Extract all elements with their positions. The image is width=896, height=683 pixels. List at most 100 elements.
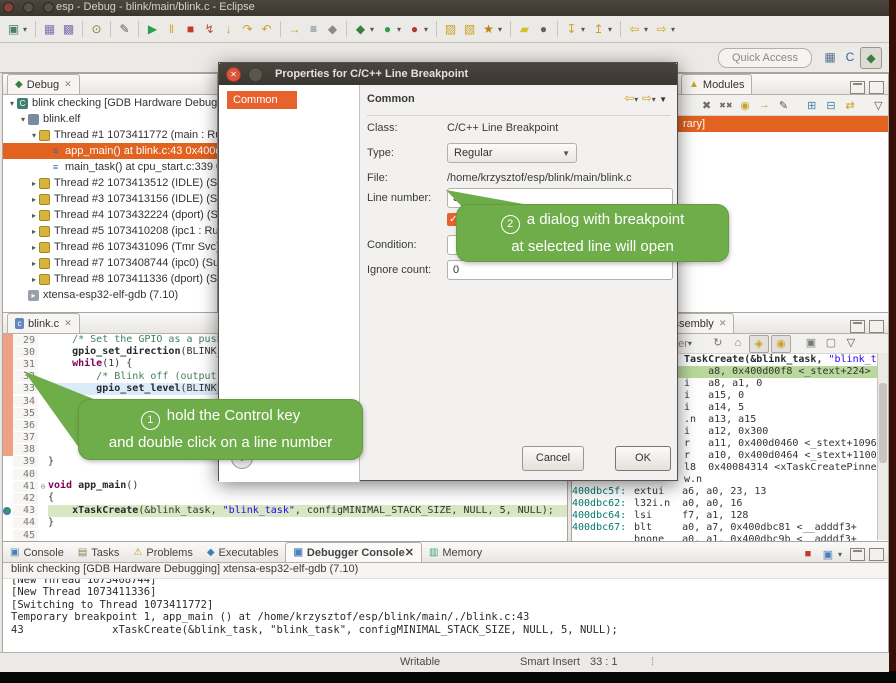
remove-all-icon[interactable]: ✖✖ bbox=[717, 97, 734, 113]
tab-console[interactable]: ▣Console bbox=[3, 543, 71, 562]
instruction-stepping-icon[interactable]: → bbox=[286, 20, 303, 38]
tree-expand-icon[interactable]: ▸ bbox=[29, 227, 39, 236]
maximize-view-icon[interactable] bbox=[869, 81, 884, 94]
forward-history-icon[interactable]: ⇨ bbox=[653, 20, 670, 38]
tree-expand-icon[interactable]: ▸ bbox=[29, 275, 39, 284]
line-number[interactable]: 45 bbox=[13, 530, 38, 541]
line-number[interactable]: 42 bbox=[13, 493, 38, 504]
line-number[interactable]: 35 bbox=[13, 408, 38, 419]
back-icon[interactable]: ⇦ bbox=[624, 91, 634, 105]
collapse-all-icon[interactable]: ⊟ bbox=[822, 97, 839, 113]
tree-expand-icon[interactable]: ▾ bbox=[18, 115, 28, 124]
new-wizard-icon-dropdown[interactable]: ▾ bbox=[23, 25, 31, 34]
load-symbols-icon[interactable]: ◉ bbox=[736, 97, 753, 113]
disassembly-line[interactable]: 400dbc62:l32i.n a0, a0, 16 bbox=[572, 498, 888, 510]
line-number[interactable]: 38 bbox=[13, 444, 38, 455]
disconnect-icon[interactable]: ↯ bbox=[201, 20, 218, 38]
refresh-icon[interactable]: ↻ bbox=[709, 335, 727, 351]
dialog-close-icon[interactable]: ✕ bbox=[226, 67, 241, 82]
ignore-count-input[interactable] bbox=[447, 260, 673, 280]
external-tools-icon-dropdown[interactable]: ▾ bbox=[424, 25, 432, 34]
quick-access-button[interactable]: Quick Access bbox=[718, 48, 812, 68]
save-icon[interactable]: ▦ bbox=[41, 20, 58, 38]
minimize-icon[interactable] bbox=[850, 548, 865, 561]
editor-line[interactable]: 45 bbox=[3, 529, 567, 541]
upload-icon-dropdown[interactable]: ▾ bbox=[608, 25, 616, 34]
debug-tree-item[interactable]: ▾blink.elf bbox=[3, 111, 217, 127]
tab-problems[interactable]: ⚠Problems bbox=[126, 543, 199, 562]
tab-blink-c[interactable]: c blink.c ✕ bbox=[7, 313, 80, 333]
skip-breakpoints-icon[interactable]: ✎ bbox=[116, 20, 133, 38]
line-number[interactable]: 41 bbox=[13, 481, 38, 492]
back-history-icon[interactable]: ⇦ bbox=[626, 20, 643, 38]
open-new-view-icon[interactable]: ▣ bbox=[802, 335, 820, 351]
status-drag-handle[interactable]: ⁞ bbox=[651, 656, 654, 668]
goto-file-icon[interactable]: → bbox=[756, 97, 773, 113]
forward-dropdown-icon[interactable]: ▾ bbox=[652, 95, 656, 104]
close-tab-icon[interactable]: ✕ bbox=[405, 546, 414, 559]
disassembly-line[interactable]: 400dbc64:lsi f7, a1, 128 bbox=[572, 510, 888, 522]
breakpoint-types-icon[interactable]: ◆ bbox=[324, 20, 341, 38]
deselect-icon[interactable]: ✎ bbox=[775, 97, 792, 113]
debug-tree-item[interactable]: ▸Thread #4 1073432224 (dport) (Sus bbox=[3, 207, 217, 223]
forward-history-icon-dropdown[interactable]: ▾ bbox=[671, 25, 679, 34]
tab-executables[interactable]: ◆Executables bbox=[200, 543, 286, 562]
console-output[interactable]: [New Thread 1073408744][New Thread 10734… bbox=[3, 579, 888, 653]
disassembly-line[interactable]: 400dbc5f:extui a6, a0, 23, 13 bbox=[572, 486, 888, 498]
cancel-button[interactable]: Cancel bbox=[522, 446, 584, 471]
step-return-icon[interactable]: ↶ bbox=[258, 20, 275, 38]
debug-tree-item[interactable]: ▸Thread #5 1073410208 (ipc1 : Runni bbox=[3, 223, 217, 239]
show-opcodes-icon[interactable]: ◈ bbox=[749, 335, 769, 353]
line-number[interactable]: 29 bbox=[13, 335, 38, 346]
back-history-icon-dropdown[interactable]: ▾ bbox=[644, 25, 652, 34]
save-all-icon[interactable]: ▩ bbox=[60, 20, 77, 38]
tree-expand-icon[interactable]: ▸ bbox=[29, 195, 39, 204]
link-with-view-icon[interactable]: ⇄ bbox=[842, 97, 859, 113]
close-tab-icon[interactable]: ✕ bbox=[64, 79, 72, 90]
build-binary-icon[interactable]: ⊙ bbox=[88, 20, 105, 38]
editor-line[interactable]: ▶43 xTaskCreate(&blink_task, "blink_task… bbox=[3, 505, 567, 517]
maximize-icon[interactable] bbox=[869, 548, 884, 561]
open-file-icon[interactable]: ▧ bbox=[461, 20, 478, 38]
line-number[interactable]: 31 bbox=[13, 359, 38, 370]
close-tab-icon[interactable]: ✕ bbox=[719, 318, 727, 329]
back-dropdown-icon[interactable]: ▾ bbox=[634, 95, 638, 104]
maximize-view-icon[interactable] bbox=[869, 320, 884, 333]
run-icon[interactable]: ● bbox=[379, 20, 396, 38]
debug-tree-item[interactable]: ▸Thread #7 1073408744 (ipc0) (Susp bbox=[3, 255, 217, 271]
new-wizard-icon[interactable]: ▣ bbox=[5, 20, 22, 38]
flash-icon-dropdown[interactable]: ▾ bbox=[498, 25, 506, 34]
scrollbar-thumb[interactable] bbox=[879, 383, 887, 463]
minimize-view-icon[interactable] bbox=[850, 81, 865, 94]
logical-structure-icon[interactable]: ≡ bbox=[305, 20, 322, 38]
debug-tree-item[interactable]: ▸xtensa-esp32-elf-gdb (7.10) bbox=[3, 287, 217, 303]
cpp-perspective-icon[interactable]: C bbox=[840, 47, 860, 67]
tree-expand-icon[interactable]: ▸ bbox=[29, 211, 39, 220]
type-dropdown[interactable]: Regular ▼ bbox=[447, 143, 577, 163]
location-combo-dropdown-icon[interactable]: ▾ bbox=[688, 339, 696, 348]
flash-icon[interactable]: ★ bbox=[480, 20, 497, 38]
tab-tasks[interactable]: ▤Tasks bbox=[71, 543, 127, 562]
display-console-icon-dropdown[interactable]: ▾ bbox=[838, 550, 846, 559]
disasm-menu-icon[interactable]: ▽ bbox=[842, 335, 860, 351]
plug-icon[interactable]: ● bbox=[535, 20, 552, 38]
step-into-icon[interactable]: ↓ bbox=[220, 20, 237, 38]
disassembly-line[interactable]: 400dbc67:blt a0, a7, 0x400dbc81 <__adddf… bbox=[572, 522, 888, 534]
dialog-menu-icon[interactable] bbox=[248, 67, 263, 82]
expand-all-icon[interactable]: ⊞ bbox=[803, 97, 820, 113]
resume-icon[interactable]: ▶ bbox=[144, 20, 161, 38]
debug-perspective-icon[interactable]: ◆ bbox=[860, 47, 882, 69]
debug-icon[interactable]: ◆ bbox=[352, 20, 369, 38]
editor-line[interactable]: 42{ bbox=[3, 492, 567, 504]
download-icon[interactable]: ↧ bbox=[563, 20, 580, 38]
tab-memory[interactable]: ▥Memory bbox=[422, 543, 489, 562]
view-menu-icon[interactable]: ▼ bbox=[659, 95, 667, 104]
debug-tree-item[interactable]: ▸Thread #8 1073411336 (dport) (Sus bbox=[3, 271, 217, 287]
debug-tree-item[interactable]: ≡main_task() at cpu_start.c:339 0x4 bbox=[3, 159, 217, 175]
terminate-icon[interactable]: ■ bbox=[182, 20, 199, 38]
line-number[interactable]: 36 bbox=[13, 420, 38, 431]
sidebar-item-common[interactable]: Common bbox=[227, 91, 297, 109]
fold-marker[interactable]: ⊖ bbox=[38, 482, 48, 491]
debug-tree-item[interactable]: ≡app_main() at blink.c:43 0x400dbc bbox=[3, 143, 217, 159]
terminate-console-icon[interactable]: ■ bbox=[799, 546, 817, 562]
